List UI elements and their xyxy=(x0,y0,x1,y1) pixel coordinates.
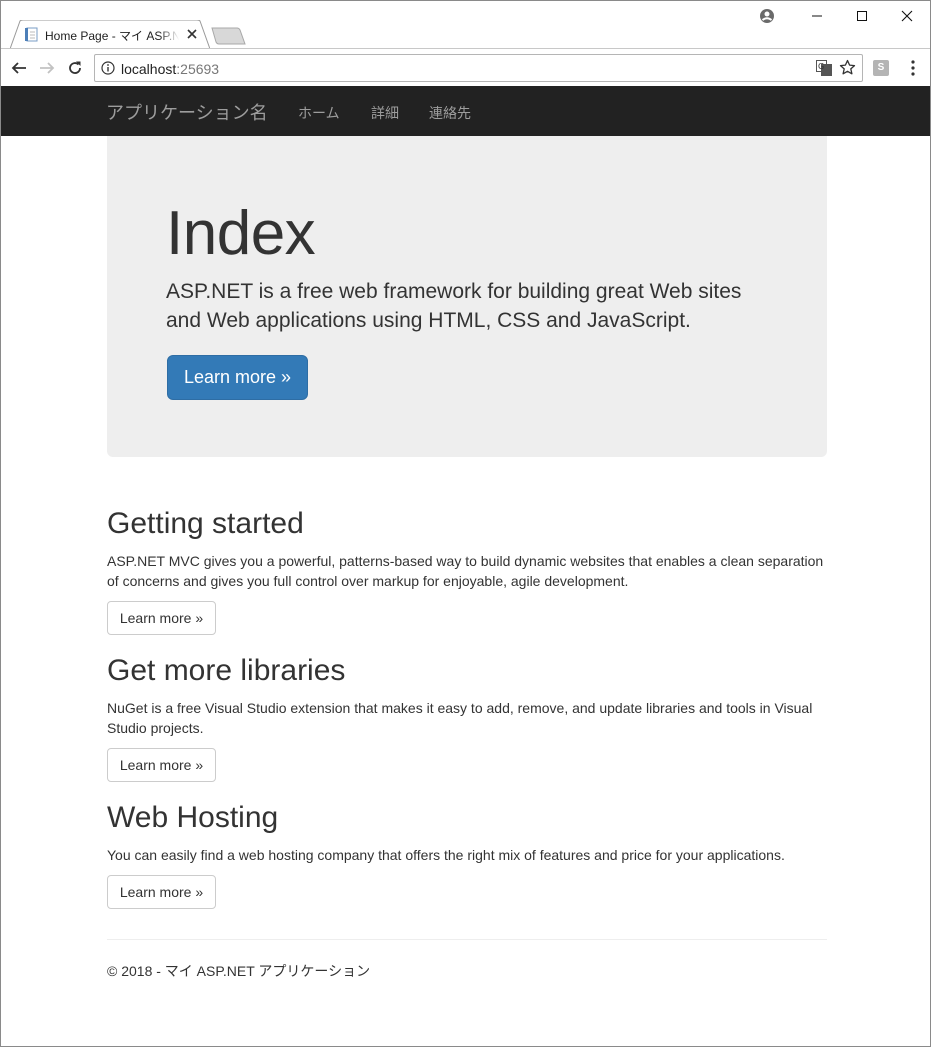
lead-line-2: and Web applications using HTML, CSS and… xyxy=(166,309,691,332)
browser-toolbar: localhost:25693 G S xyxy=(1,48,930,86)
jumbotron-learn-more-button[interactable]: Learn more » xyxy=(167,355,308,400)
tab-title: Home Page - マイ ASP.NET アプリケーション xyxy=(45,29,179,43)
browser-window: Home Page - マイ ASP.NET アプリケーション xyxy=(0,0,931,1047)
nav-link-contact[interactable]: 連絡先 xyxy=(429,103,471,123)
jumbotron: Index ASP.NET is a free web framework fo… xyxy=(107,136,827,457)
new-tab-button[interactable] xyxy=(211,27,247,45)
reload-button[interactable] xyxy=(64,57,86,79)
lead-line-1: ASP.NET is a free web framework for buil… xyxy=(166,280,742,303)
profile-icon[interactable] xyxy=(758,7,776,25)
address-bar[interactable]: localhost:25693 G xyxy=(94,54,863,82)
forward-arrow-icon xyxy=(40,62,55,74)
section-title-libraries: Get more libraries xyxy=(107,654,346,687)
minimize-icon xyxy=(812,15,822,17)
back-arrow-icon xyxy=(11,62,26,74)
back-button[interactable] xyxy=(8,57,30,79)
forward-button[interactable] xyxy=(36,57,58,79)
section-text-line: You can easily find a web hosting compan… xyxy=(107,847,785,863)
star-icon[interactable] xyxy=(839,59,856,76)
site-navbar: アプリケーション名 ホーム 詳細 連絡先 xyxy=(1,86,930,136)
url-text: localhost:25693 xyxy=(121,61,219,77)
section-title-web-hosting: Web Hosting xyxy=(107,801,279,834)
url-port: :25693 xyxy=(176,61,220,77)
section-title-getting-started: Getting started xyxy=(107,507,304,540)
section-text-line: of concerns and gives you full control o… xyxy=(107,573,629,589)
reload-icon xyxy=(69,61,81,74)
page-favicon xyxy=(25,27,38,42)
section-text-libraries: NuGet is a free Visual Studio extension … xyxy=(107,698,827,738)
web-hosting-learn-more-button[interactable]: Learn more » xyxy=(107,875,216,909)
footer-copyright: © 2018 - マイ ASP.NET アプリケーション xyxy=(107,963,371,979)
nav-link-about[interactable]: 詳細 xyxy=(371,103,399,123)
menu-dots-icon[interactable] xyxy=(906,59,920,77)
maximize-icon xyxy=(857,11,867,21)
section-text-line: NuGet is a free Visual Studio extension … xyxy=(107,700,813,716)
window-close-icon xyxy=(901,10,913,22)
jumbotron-lead: ASP.NET is a free web framework for buil… xyxy=(166,277,776,335)
section-text-line: ASP.NET MVC gives you a powerful, patter… xyxy=(107,553,824,569)
translate-icon[interactable]: G xyxy=(816,60,832,76)
section-text-web-hosting: You can easily find a web hosting compan… xyxy=(107,845,827,865)
svg-text:G: G xyxy=(818,62,824,71)
url-host: localhost xyxy=(121,61,177,77)
info-icon[interactable] xyxy=(101,61,115,75)
extension-icon[interactable]: S xyxy=(873,60,889,76)
section-text-getting-started: ASP.NET MVC gives you a powerful, patter… xyxy=(107,551,827,591)
section-text-line: Studio projects. xyxy=(107,720,204,736)
getting-started-learn-more-button[interactable]: Learn more » xyxy=(107,601,216,635)
title-bar: Home Page - マイ ASP.NET アプリケーション xyxy=(1,1,930,49)
close-icon[interactable] xyxy=(185,27,199,41)
maximize-button[interactable] xyxy=(839,1,885,31)
browser-tab[interactable]: Home Page - マイ ASP.NET アプリケーション xyxy=(10,20,210,49)
nav-link-home[interactable]: ホーム xyxy=(298,103,340,123)
page-title: Index xyxy=(166,199,316,268)
footer-divider xyxy=(107,939,827,940)
minimize-button[interactable] xyxy=(794,1,840,31)
window-close-button[interactable] xyxy=(884,1,930,31)
libraries-learn-more-button[interactable]: Learn more » xyxy=(107,748,216,782)
navbar-brand[interactable]: アプリケーション名 xyxy=(106,99,268,125)
